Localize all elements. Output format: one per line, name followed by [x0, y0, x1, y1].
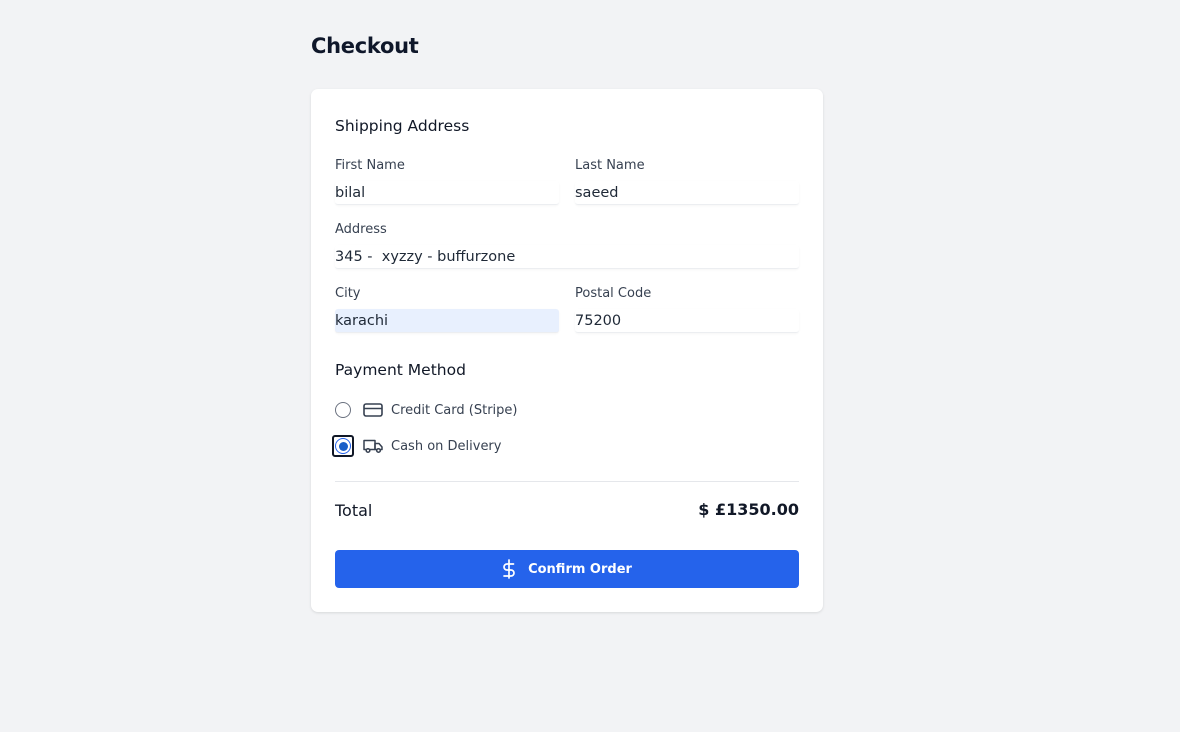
postal-code-input[interactable] [575, 309, 799, 333]
last-name-input[interactable] [575, 181, 799, 205]
address-label: Address [335, 222, 387, 237]
postal-code-label: Postal Code [575, 286, 652, 301]
address-input[interactable] [335, 245, 799, 269]
total-label: Total [335, 501, 373, 520]
city-label: City [335, 286, 361, 301]
truck-icon [363, 437, 385, 455]
total-value: $ £1350.00 [698, 500, 799, 519]
shipping-section-title: Shipping Address [335, 117, 470, 135]
city-input[interactable] [335, 309, 559, 333]
cash-on-delivery-radio[interactable] [332, 435, 354, 457]
credit-card-label: Credit Card (Stripe) [391, 402, 518, 418]
credit-card-radio[interactable] [332, 399, 354, 421]
divider [335, 481, 799, 482]
confirm-order-button[interactable]: Confirm Order [335, 550, 799, 588]
last-name-label: Last Name [575, 158, 645, 173]
payment-option-credit-card[interactable]: Credit Card (Stripe) [332, 397, 592, 423]
first-name-label: First Name [335, 158, 405, 173]
checkout-card: Shipping Address First Name Last Name Ad… [311, 89, 823, 612]
confirm-order-label: Confirm Order [528, 561, 632, 577]
first-name-input[interactable] [335, 181, 559, 205]
payment-section-title: Payment Method [335, 361, 466, 379]
dollar-sign-icon [502, 559, 520, 579]
payment-option-cash-on-delivery[interactable]: Cash on Delivery [332, 433, 592, 459]
credit-card-icon [363, 401, 385, 419]
cash-on-delivery-label: Cash on Delivery [391, 438, 502, 454]
page-title: Checkout [311, 34, 419, 58]
